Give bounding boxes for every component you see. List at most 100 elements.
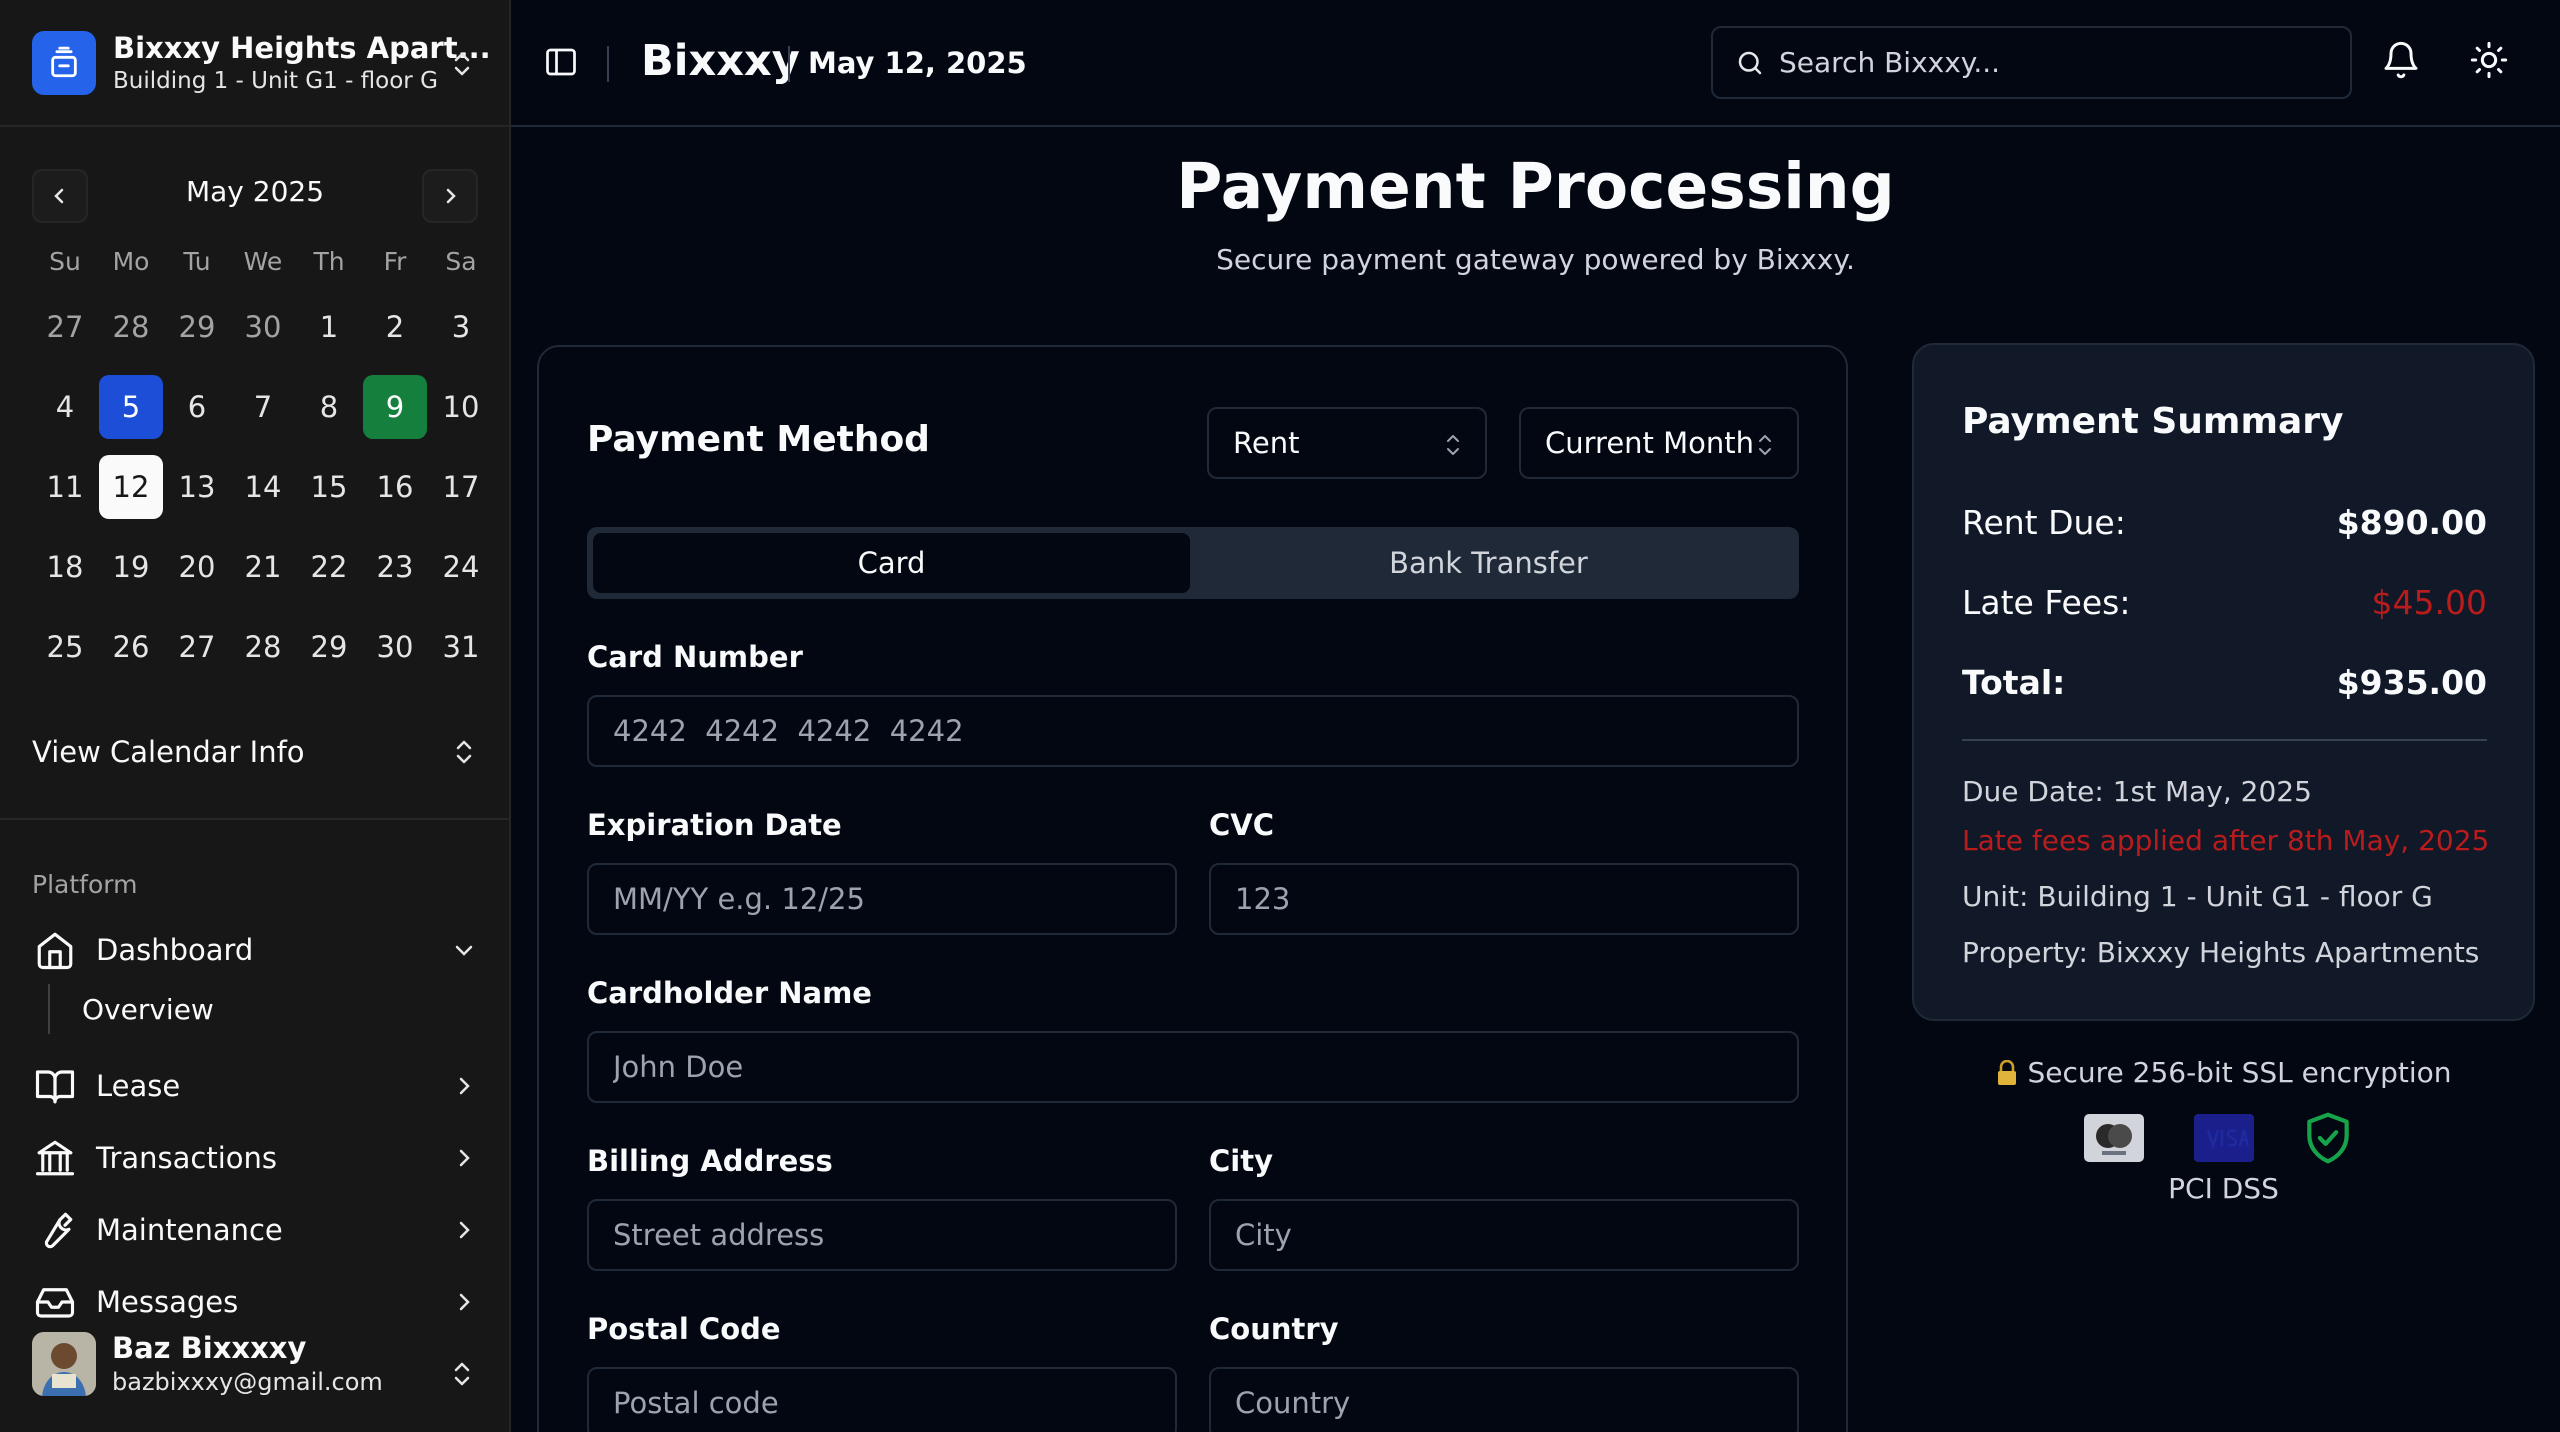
- late-fees-row: Late Fees: $45.00: [1962, 583, 2487, 622]
- sun-icon[interactable]: [2469, 40, 2513, 84]
- payment-type-select[interactable]: Rent: [1207, 407, 1487, 479]
- calendar-day[interactable]: 8: [296, 367, 362, 447]
- calendar-day-number: 26: [112, 630, 150, 664]
- calendar-day[interactable]: 9: [362, 367, 428, 447]
- calendar-day-number: 28: [112, 310, 150, 344]
- calendar-day[interactable]: 13: [164, 447, 230, 527]
- bell-icon[interactable]: [2381, 40, 2425, 84]
- tab-card[interactable]: Card: [593, 533, 1190, 593]
- search-input[interactable]: [1779, 46, 2339, 79]
- user-menu[interactable]: Baz Bixxxxy bazbixxxy@gmail.com: [0, 1318, 509, 1432]
- calendar-day-number: 8: [319, 390, 339, 424]
- calendar-day[interactable]: 5: [98, 367, 164, 447]
- calendar-day-number: 25: [46, 630, 84, 664]
- calendar-day[interactable]: 30: [362, 607, 428, 687]
- calendar-day-number: 16: [376, 470, 414, 504]
- search-icon: [1738, 51, 1762, 74]
- tab-bank-transfer[interactable]: Bank Transfer: [1190, 533, 1787, 593]
- calendar-day[interactable]: 6: [164, 367, 230, 447]
- total-label: Total:: [1962, 663, 2066, 702]
- sidebar-subitem-overview[interactable]: Overview: [82, 993, 214, 1026]
- calendar-day[interactable]: 1: [296, 287, 362, 367]
- postal-code-input[interactable]: [587, 1367, 1177, 1432]
- calendar-day[interactable]: 30: [230, 287, 296, 367]
- city-label: City: [1209, 1144, 1273, 1178]
- card-number-input[interactable]: [587, 695, 1799, 767]
- calendar-day[interactable]: 29: [296, 607, 362, 687]
- calendar-day-number: 9: [363, 375, 427, 439]
- calendar-day[interactable]: 21: [230, 527, 296, 607]
- cvc-input[interactable]: [1209, 863, 1799, 935]
- calendar-day-number: 29: [310, 630, 348, 664]
- payment-type-value: Rent: [1233, 426, 1300, 460]
- calendar-day[interactable]: 31: [428, 607, 494, 687]
- calendar-day[interactable]: 25: [32, 607, 98, 687]
- calendar-day[interactable]: 28: [98, 287, 164, 367]
- calendar-day-number: 18: [46, 550, 84, 584]
- total-value: $935.00: [2336, 663, 2487, 702]
- chevrons-up-down-icon: [1447, 435, 1459, 455]
- calendar-day[interactable]: 29: [164, 287, 230, 367]
- calendar-day[interactable]: 17: [428, 447, 494, 527]
- calendar-day[interactable]: 18: [32, 527, 98, 607]
- chevrons-up-down-icon: [450, 734, 478, 770]
- weekday-label: Th: [313, 246, 345, 276]
- unit-text: Unit: Building 1 - Unit G1 - floor G: [1962, 880, 2433, 913]
- sidebar-item-label: Maintenance: [96, 1213, 283, 1247]
- calendar-day-number: 28: [244, 630, 282, 664]
- calendar-next-button[interactable]: [422, 169, 478, 223]
- billing-address-input[interactable]: [587, 1199, 1177, 1271]
- chevron-right-icon: [446, 188, 456, 204]
- late-fees-label: Late Fees:: [1962, 583, 2131, 622]
- cardholder-name-input[interactable]: [587, 1031, 1799, 1103]
- rent-due-label: Rent Due:: [1962, 503, 2126, 542]
- calendar-day[interactable]: 19: [98, 527, 164, 607]
- sidebar-toggle-button[interactable]: [543, 44, 579, 80]
- sidebar-item-maintenance[interactable]: Maintenance: [32, 1202, 478, 1258]
- calendar-day[interactable]: 11: [32, 447, 98, 527]
- calendar-day[interactable]: 7: [230, 367, 296, 447]
- sidebar-item-dashboard[interactable]: Dashboard: [32, 922, 478, 978]
- calendar-day[interactable]: 16: [362, 447, 428, 527]
- calendar-day[interactable]: 15: [296, 447, 362, 527]
- building-icon: [32, 30, 96, 95]
- pci-dss-text: PCI DSS: [2168, 1172, 2279, 1205]
- search-box[interactable]: [1711, 26, 2352, 99]
- calendar-day[interactable]: 2: [362, 287, 428, 367]
- country-input[interactable]: [1209, 1367, 1799, 1432]
- sidebar-item-lease[interactable]: Lease: [32, 1058, 478, 1114]
- city-input[interactable]: [1209, 1199, 1799, 1271]
- calendar-day[interactable]: 14: [230, 447, 296, 527]
- payment-period-value: Current Month: [1545, 426, 1755, 460]
- weekday-label: Fr: [383, 246, 407, 276]
- late-fees-value: $45.00: [2371, 583, 2487, 622]
- view-calendar-info-button[interactable]: View Calendar Info: [32, 725, 478, 779]
- user-email: bazbixxxy@gmail.com: [112, 1368, 383, 1396]
- due-date-text: Due Date: 1st May, 2025: [1962, 775, 2312, 808]
- calendar-day[interactable]: 24: [428, 527, 494, 607]
- chevron-right-icon: [450, 1288, 478, 1316]
- calendar-day[interactable]: 27: [164, 607, 230, 687]
- calendar-day[interactable]: 4: [32, 367, 98, 447]
- calendar-day[interactable]: 22: [296, 527, 362, 607]
- calendar-day-number: 6: [187, 390, 207, 424]
- calendar-day[interactable]: 10: [428, 367, 494, 447]
- expiration-date-input[interactable]: [587, 863, 1177, 935]
- property-switcher[interactable]: Bixxxy Heights Apart... Building 1 - Uni…: [0, 0, 509, 127]
- calendar-day[interactable]: 12: [98, 447, 164, 527]
- ssl-text: Secure 256-bit SSL encryption: [2027, 1056, 2452, 1089]
- calendar-day[interactable]: 26: [98, 607, 164, 687]
- mastercard-icon: [2084, 1114, 2144, 1162]
- weekday-label: Tu: [183, 246, 211, 276]
- postal-code-label: Postal Code: [587, 1312, 781, 1346]
- calendar-day[interactable]: 28: [230, 607, 296, 687]
- calendar-day[interactable]: 23: [362, 527, 428, 607]
- payment-period-select[interactable]: Current Month: [1519, 407, 1799, 479]
- calendar-day[interactable]: 20: [164, 527, 230, 607]
- calendar: May 2025 Su Mo Tu We Th Fr Sa 27 28 29 30 1 2 3 4 5 6 7 8 9…: [32, 165, 479, 687]
- total-row: Total: $935.00: [1962, 663, 2487, 702]
- calendar-day[interactable]: 3: [428, 287, 494, 367]
- calendar-day[interactable]: 27: [32, 287, 98, 367]
- calendar-day-number: 23: [376, 550, 414, 584]
- sidebar-item-transactions[interactable]: Transactions: [32, 1130, 478, 1186]
